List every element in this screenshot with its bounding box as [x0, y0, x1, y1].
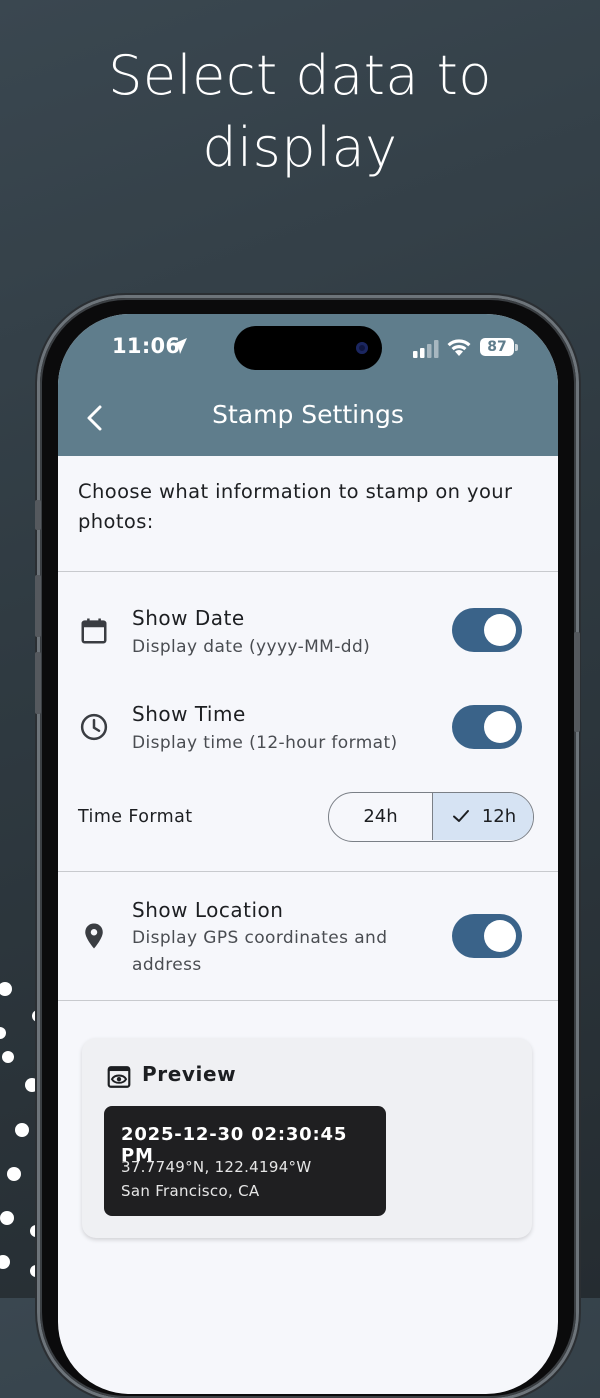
headline-line-1: Select data to	[108, 44, 492, 107]
option-label: 12h	[481, 806, 517, 827]
time-format-option-12h[interactable]: 12h	[433, 793, 533, 840]
cellular-signal-icon	[413, 340, 439, 358]
dot	[0, 1255, 10, 1269]
show-location-toggle[interactable]	[452, 914, 522, 958]
marketing-headline: Select data to display	[0, 40, 600, 184]
time-format-option-24h[interactable]: 24h	[329, 793, 433, 840]
dot	[25, 1078, 39, 1092]
setting-title: Show Time	[132, 702, 246, 726]
setting-subtitle: Display GPS coordinates and address	[132, 928, 388, 975]
clock-icon	[80, 713, 108, 741]
dot	[0, 982, 12, 996]
dot	[0, 1211, 14, 1225]
stamp-coordinates: 37.7749°N, 122.4194°W	[121, 1158, 312, 1176]
preview-title: Preview	[142, 1062, 237, 1086]
dynamic-island	[234, 326, 382, 370]
headline-line-2: display	[202, 116, 398, 179]
stamp-preview: 2025-12-30 02:30:45 PM 37.7749°N, 122.41…	[104, 1106, 386, 1216]
calendar-icon	[81, 618, 107, 644]
time-format-segmented-control[interactable]: 24h 12h	[328, 792, 534, 842]
location-arrow-icon	[171, 338, 187, 354]
setting-title: Show Date	[132, 606, 245, 630]
battery-tip	[515, 344, 518, 351]
front-camera	[356, 342, 368, 354]
preview-eye-icon	[107, 1066, 131, 1088]
dot	[15, 1123, 29, 1137]
wifi-icon	[447, 339, 471, 356]
dot	[7, 1167, 21, 1181]
dot	[2, 1051, 14, 1063]
setting-subtitle: Display time (12-hour format)	[132, 733, 398, 753]
phone-side-button	[574, 632, 580, 732]
divider	[58, 1000, 558, 1001]
option-label: 24h	[363, 806, 398, 827]
checkmark-icon	[452, 809, 469, 822]
time-format-label: Time Format	[78, 807, 193, 827]
phone-screen: 11:06 87 Stamp Settings Choose what info…	[58, 314, 558, 1394]
phone-side-button	[35, 575, 41, 637]
app-bar: 11:06 87 Stamp Settings	[58, 314, 558, 456]
dot	[0, 1027, 6, 1039]
divider	[58, 871, 558, 872]
battery-indicator: 87	[480, 338, 514, 356]
toggle-knob	[484, 614, 516, 646]
stamp-place: San Francisco, CA	[121, 1182, 260, 1200]
toggle-knob	[484, 920, 516, 952]
page-title: Stamp Settings	[212, 400, 404, 429]
setting-title: Show Location	[132, 898, 284, 922]
show-date-toggle[interactable]	[452, 608, 522, 652]
phone-side-button	[35, 652, 41, 714]
divider	[58, 571, 558, 572]
show-time-toggle[interactable]	[452, 705, 522, 749]
setting-subtitle: Display date (yyyy-MM-dd)	[132, 637, 371, 657]
phone-side-button	[35, 500, 41, 530]
toggle-knob	[484, 711, 516, 743]
preview-card: Preview 2025-12-30 02:30:45 PM 37.7749°N…	[82, 1038, 532, 1238]
location-pin-icon	[85, 923, 103, 949]
intro-text: Choose what information to stamp on your…	[78, 480, 513, 533]
